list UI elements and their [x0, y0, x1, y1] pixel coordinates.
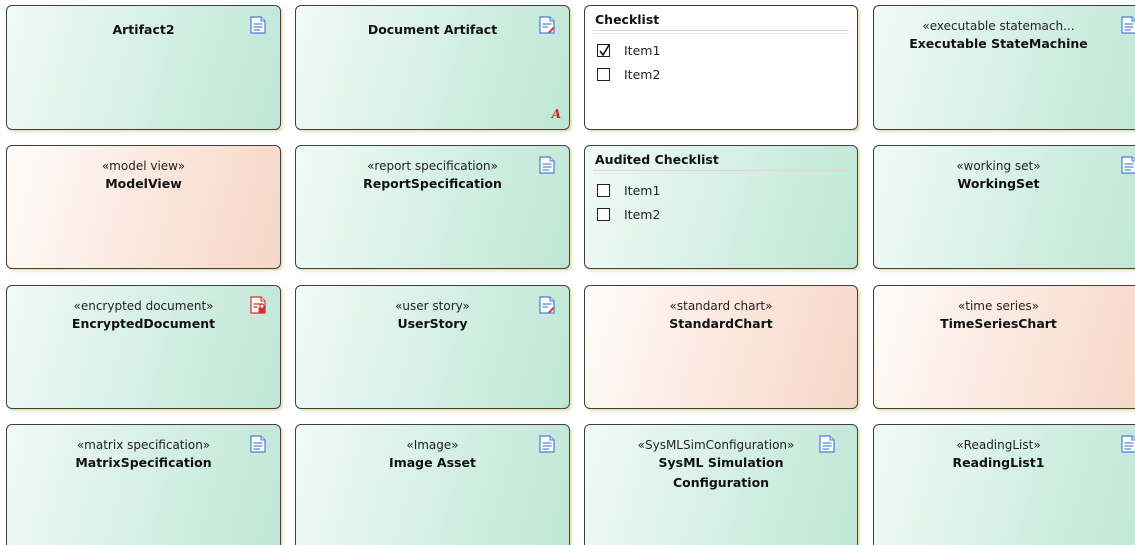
executable-statemachine-element[interactable]: «executable statemach... Executable Stat… — [873, 5, 1135, 130]
checklist-item-label: Item2 — [624, 66, 661, 82]
element-name: MatrixSpecification — [75, 455, 212, 470]
checklist-item[interactable]: Item2 — [597, 206, 857, 222]
artifact2-element[interactable]: Artifact2 — [6, 5, 281, 130]
element-name: WorkingSet — [957, 176, 1040, 191]
document-icon — [539, 435, 555, 453]
element-name: StandardChart — [669, 316, 773, 331]
element-name: ReadingList1 — [952, 455, 1045, 470]
checkbox-unchecked[interactable] — [597, 67, 610, 81]
checklist-item-label: Item2 — [624, 206, 661, 222]
document-icon — [1121, 16, 1135, 34]
element-stereotype: «SysMLSimConfiguration» — [637, 438, 795, 452]
element-name: TimeSeriesChart — [940, 316, 1057, 331]
document-artifact-icon — [539, 296, 555, 314]
userstory-element[interactable]: «user story» UserStory — [295, 285, 570, 409]
checklist-item[interactable]: Item1 — [597, 42, 857, 58]
element-stereotype: «time series» — [957, 299, 1040, 313]
checklist-item-label: Item1 — [624, 42, 661, 58]
document-artifact-element[interactable]: Document Artifact A — [295, 5, 570, 130]
checklist-divider — [593, 30, 849, 34]
document-icon — [1121, 435, 1135, 453]
checklist-item[interactable]: Item2 — [597, 66, 857, 82]
element-stereotype: «encrypted document» — [73, 299, 214, 313]
modelview-element[interactable]: «model view» ModelView — [6, 145, 281, 269]
document-artifact-mark: A — [551, 107, 561, 121]
element-name: Artifact2 — [112, 22, 175, 37]
checklist-header: Audited Checklist — [595, 152, 719, 167]
element-stereotype: «model view» — [101, 159, 186, 173]
encrypted-document-icon — [250, 296, 266, 314]
element-stereotype: «ReadingList» — [956, 438, 1041, 452]
standardchart-element[interactable]: «standard chart» StandardChart — [584, 285, 858, 409]
element-name: Document Artifact — [367, 22, 498, 37]
timeserieschart-element[interactable]: «time series» TimeSeriesChart — [873, 285, 1135, 409]
checklist-element[interactable]: Checklist Item1 Item2 — [584, 5, 858, 130]
sysml-simulation-configuration-element[interactable]: «SysMLSimConfiguration» SysML Simulation… — [584, 424, 858, 545]
matrixspecification-element[interactable]: «matrix specification» MatrixSpecificati… — [6, 424, 281, 545]
element-name: Image Asset — [389, 455, 476, 470]
audited-checklist-element[interactable]: Audited Checklist Item1 Item2 — [584, 145, 858, 269]
checklist-item-label: Item1 — [624, 182, 661, 198]
encrypteddocument-element[interactable]: «encrypted document» EncryptedDocument — [6, 285, 281, 409]
image-asset-element[interactable]: «Image» Image Asset — [295, 424, 570, 545]
element-stereotype: «executable statemach... — [922, 19, 1075, 33]
checklist-divider — [593, 170, 849, 174]
element-name: EncryptedDocument — [71, 316, 216, 331]
element-stereotype: «working set» — [956, 159, 1041, 173]
checkbox-unchecked[interactable] — [597, 183, 610, 197]
document-icon — [1121, 156, 1135, 174]
reportspecification-element[interactable]: «report specification» ReportSpecificati… — [295, 145, 570, 269]
element-name: Executable StateMachine — [909, 36, 1088, 51]
document-icon — [250, 435, 266, 453]
checklist-item[interactable]: Item1 — [597, 182, 857, 198]
document-icon — [819, 435, 835, 453]
element-name: UserStory — [397, 316, 468, 331]
checklist-header: Checklist — [595, 12, 660, 27]
element-name: SysML Simulation Configuration — [658, 455, 784, 490]
element-name: ModelView — [105, 176, 182, 191]
element-stereotype: «report specification» — [367, 159, 498, 173]
workingset-element[interactable]: «working set» WorkingSet — [873, 145, 1135, 269]
element-stereotype: «user story» — [395, 299, 470, 313]
diagram-canvas: Artifact2 Document Artifact A Checklist — [0, 0, 1135, 545]
element-stereotype: «matrix specification» — [76, 438, 211, 452]
element-stereotype: «Image» — [406, 438, 459, 452]
document-icon — [539, 156, 555, 174]
document-artifact-icon — [539, 16, 555, 34]
checkbox-checked[interactable] — [597, 43, 610, 57]
element-stereotype: «standard chart» — [669, 299, 773, 313]
checkmark-icon — [599, 44, 610, 56]
document-icon — [250, 16, 266, 34]
element-name: ReportSpecification — [363, 176, 502, 191]
readinglist1-element[interactable]: «ReadingList» ReadingList1 — [873, 424, 1135, 545]
checkbox-unchecked[interactable] — [597, 207, 610, 221]
